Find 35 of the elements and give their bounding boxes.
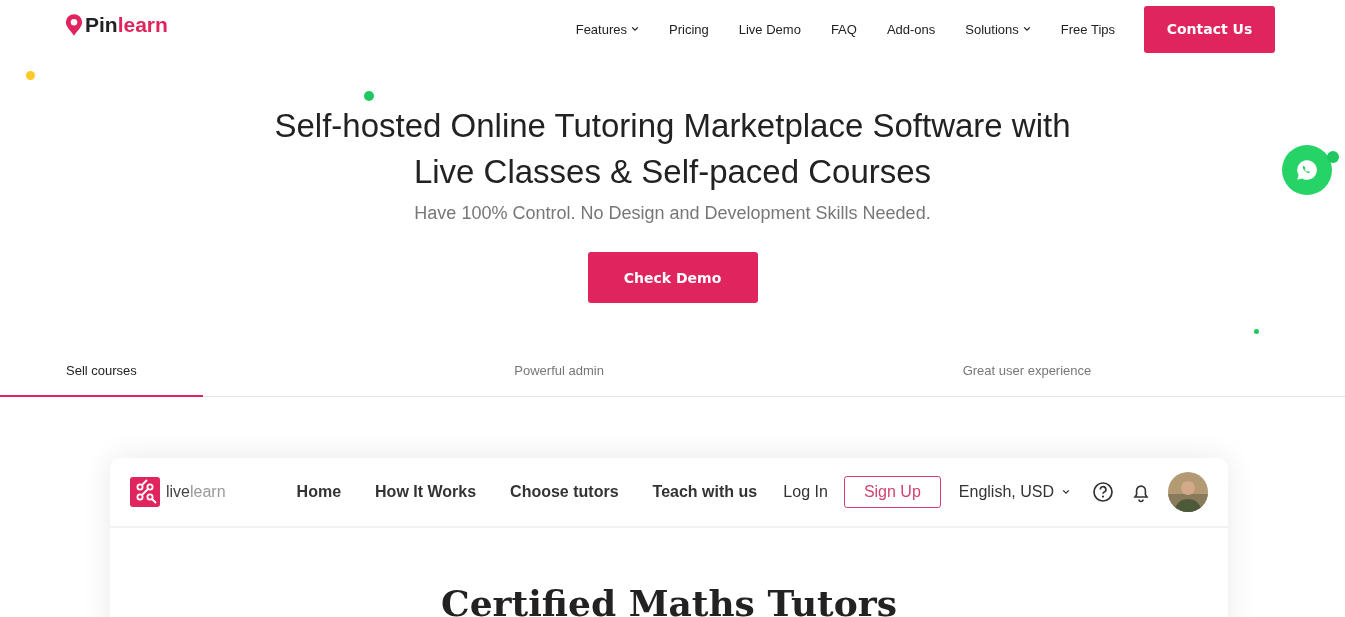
tab[interactable]: Sell courses [0,347,203,397]
contact-button[interactable]: Contact Us [1144,5,1275,53]
signup-button[interactable]: Sign Up [843,476,941,508]
nav-link[interactable]: Add-ons [871,21,951,37]
nav-link[interactable]: Features [560,21,654,37]
nav-link[interactable]: Free Tips [1045,21,1130,37]
nav-link[interactable]: Home [279,483,359,501]
logo-text[interactable]: Pinlearn [85,13,168,37]
login-link[interactable]: Log In [783,483,828,501]
help-icon[interactable] [1092,481,1114,503]
language-selector[interactable]: English, USD [958,483,1070,501]
nav-link[interactable]: Solutions [950,21,1046,37]
chevron-down-icon [631,26,639,32]
decorative-dot [26,71,35,80]
nav-link[interactable]: How It Works [358,483,494,501]
hero-title: Self-hosted Online Tutoring Marketplace Software with Live Classes & Self-paced Courses [273,106,1072,192]
nav-link[interactable]: Live Demo [723,21,816,37]
tab[interactable]: Powerful admin [448,347,670,397]
decorative-dot [364,91,374,101]
pin-icon [65,13,83,37]
logo-icon [130,477,160,507]
tab[interactable]: Great user experience [896,347,1158,397]
chat-bubble-icon [1294,157,1320,183]
chevron-down-icon [1062,489,1070,495]
hero-subtitle: Have 100% Control. No Design and Development Skills Needed. [414,203,931,224]
nav-link[interactable]: FAQ [815,21,872,37]
nav-link[interactable]: Choose tutors [493,483,636,501]
status-dot [1327,151,1339,163]
chevron-down-icon [1022,26,1031,32]
nav-link[interactable]: Pricing [654,21,724,37]
logo-text[interactable]: livelearn [166,483,226,501]
preview-heading: Certified Maths Tutors [441,582,897,617]
nav-link[interactable]: Teach with us [635,483,775,501]
check-demo-button[interactable]: Check Demo [587,252,758,303]
decorative-dot [1254,329,1259,334]
